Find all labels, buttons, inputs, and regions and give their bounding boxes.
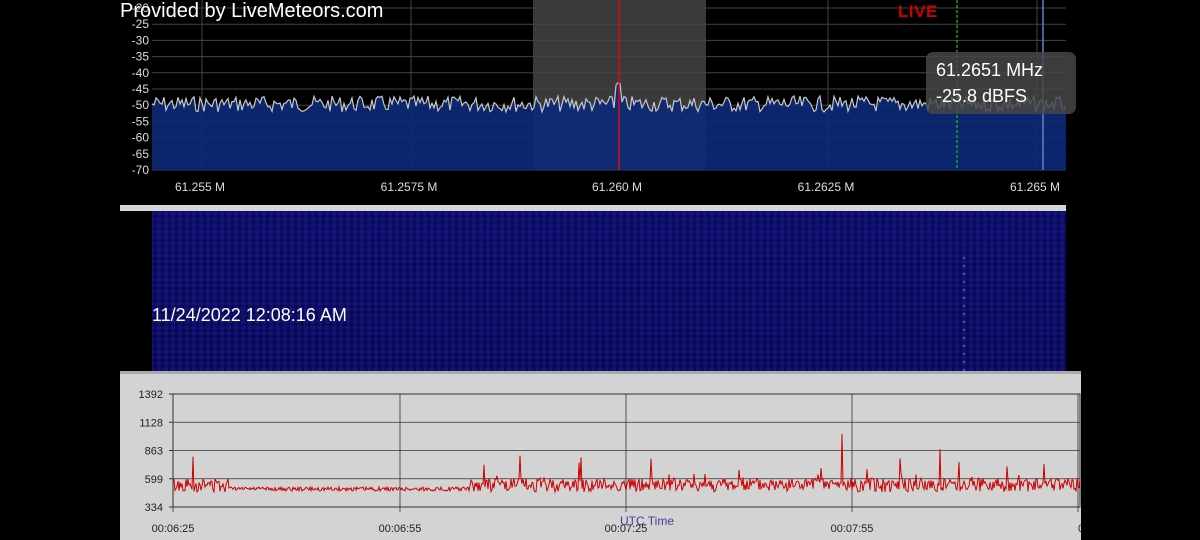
- spectrum-plot[interactable]: -20-25-30-35-40-45-50-55-60-65-7061.255 …: [120, 0, 1066, 200]
- cursor-tooltip: 61.2651 MHz -25.8 dBFS: [926, 52, 1076, 114]
- y-tick-label: 863: [145, 446, 163, 458]
- y-tick-label: -30: [132, 33, 150, 47]
- x-tick-label: 61.265 M: [1010, 180, 1060, 194]
- y-tick-label: -70: [132, 163, 150, 177]
- y-tick-label: -65: [132, 147, 150, 161]
- y-tick-label: 1128: [139, 417, 163, 429]
- spectrum-panel[interactable]: -20 -25 -30 -35 -40 -45 -50 -55 -60 -65 -70 61.255 …: [120, 0, 1076, 200]
- waterfall-signal-trace: [963, 251, 965, 371]
- x-tick-label: 61.2625 M: [798, 180, 855, 194]
- tooltip-level: -25.8 dBFS: [936, 86, 1028, 106]
- y-tick-label: -35: [132, 50, 150, 64]
- x-tick-label: 00:07:55: [831, 523, 874, 535]
- count-plot: 1392112886359933400:06:25 00:06:55 00:07:2…: [139, 389, 1081, 535]
- x-tick-label: 00:06:25: [152, 523, 195, 535]
- x-tick-label: 61.2575 M: [381, 180, 438, 194]
- waterfall-display: [152, 211, 1066, 371]
- count-series-line: [172, 433, 1081, 494]
- y-tick-label: -55: [132, 114, 150, 128]
- x-tick-label: 00:06:55: [379, 523, 422, 535]
- provider-watermark: Provided by LiveMeteors.com: [120, 0, 384, 22]
- x-axis-label: UTC Time: [620, 514, 674, 528]
- x-tick-label: 61.260 M: [592, 180, 642, 194]
- x-tick-label: 00:08: [1078, 523, 1081, 535]
- y-tick-label: 599: [145, 474, 163, 486]
- waterfall-timestamp: 11/24/2022 12:08:16 AM: [152, 305, 347, 325]
- y-tick-label: -45: [132, 82, 150, 96]
- y-tick-label: 1392: [139, 389, 163, 401]
- waterfall-panel[interactable]: 11/24/2022 12:08:16 AM: [120, 211, 1066, 371]
- meteor-count-chart[interactable]: 1392 1128 863 599 334 00:06:25 00:06:55 00:07:2…: [120, 371, 1081, 540]
- y-tick-label: -60: [132, 131, 150, 145]
- live-badge: LIVE: [898, 2, 938, 21]
- y-tick-label: -40: [132, 66, 150, 80]
- y-tick-label: -50: [132, 98, 150, 112]
- x-tick-label: 61.255 M: [175, 180, 225, 194]
- tooltip-frequency: 61.2651 MHz: [936, 60, 1044, 80]
- y-tick-label: 334: [145, 502, 163, 514]
